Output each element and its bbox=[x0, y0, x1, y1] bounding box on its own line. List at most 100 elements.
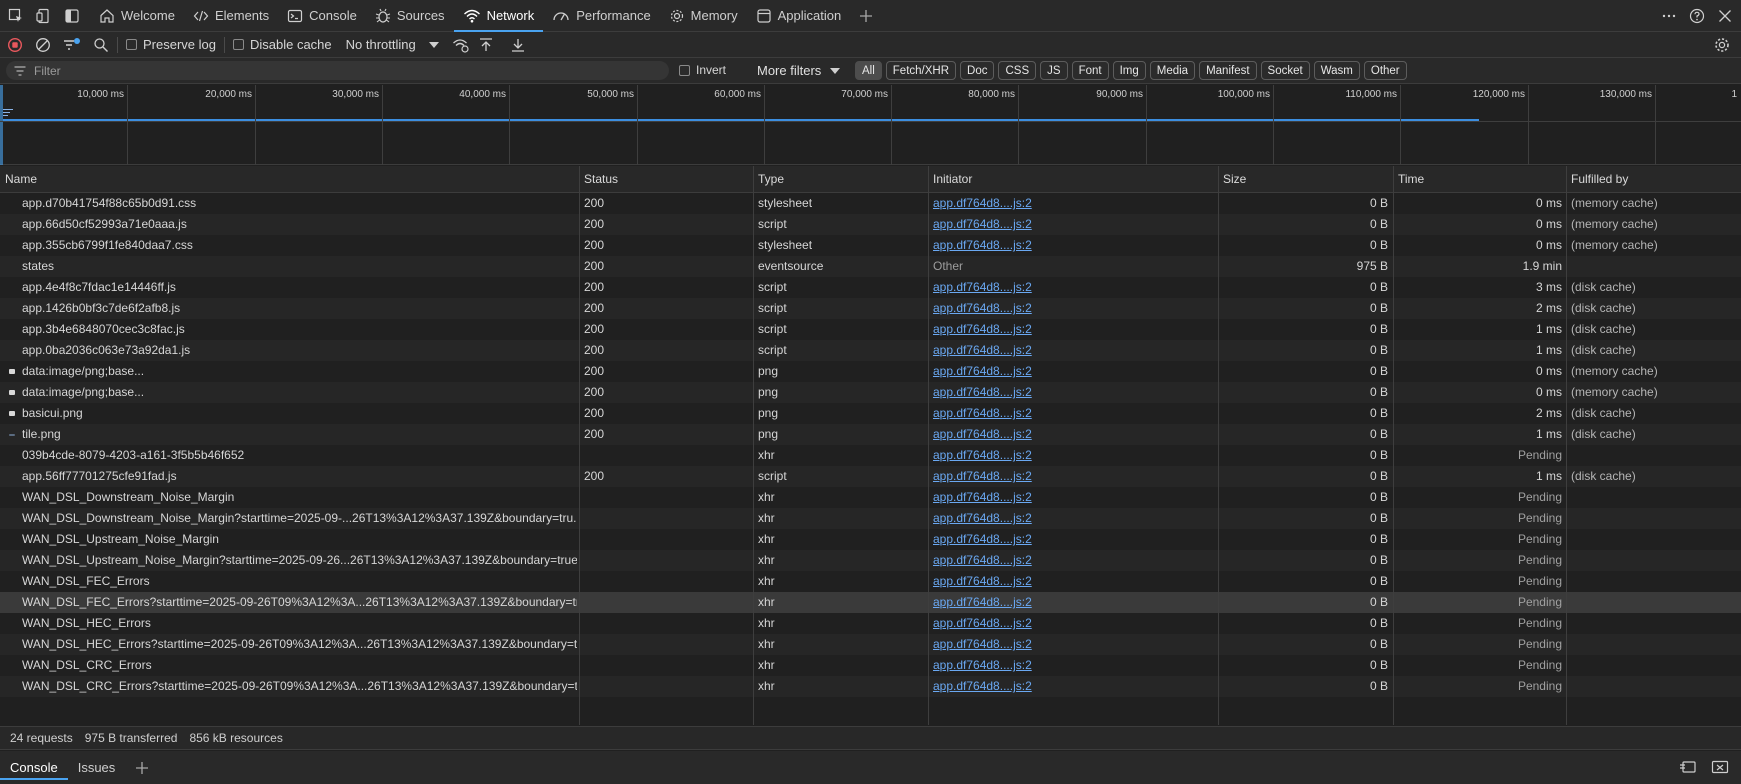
initiator-link[interactable]: app.df764d8....js:2 bbox=[933, 298, 1213, 319]
column-divider[interactable] bbox=[1218, 166, 1219, 725]
disable-cache-checkbox[interactable]: Disable cache bbox=[232, 37, 332, 52]
filter-chip-img[interactable]: Img bbox=[1112, 61, 1146, 80]
inspect-element-icon[interactable] bbox=[4, 4, 28, 28]
column-header-initiator[interactable]: Initiator bbox=[928, 166, 972, 193]
more-filters-dropdown[interactable]: More filters bbox=[757, 63, 841, 78]
drawer-tab-console[interactable]: Console bbox=[0, 751, 68, 784]
overview-start-marker[interactable] bbox=[0, 85, 3, 165]
network-conditions-icon[interactable] bbox=[452, 37, 470, 53]
filter-chip-all[interactable]: All bbox=[855, 61, 882, 80]
settings-gear-icon[interactable] bbox=[1713, 36, 1731, 54]
upload-icon[interactable] bbox=[478, 37, 494, 53]
filter-chip-fetch-xhr[interactable]: Fetch/XHR bbox=[885, 61, 957, 80]
tab-application[interactable]: Application bbox=[747, 0, 851, 32]
close-drawer-icon[interactable] bbox=[1711, 759, 1729, 775]
initiator-link[interactable]: app.df764d8....js:2 bbox=[933, 676, 1213, 697]
table-row[interactable]: WAN_DSL_Upstream_Noise_Margin xhr app.df76… bbox=[0, 529, 1741, 550]
initiator-link[interactable]: app.df764d8....js:2 bbox=[933, 382, 1213, 403]
column-header-fulfilled-by[interactable]: Fulfilled by bbox=[1566, 166, 1628, 193]
initiator-link[interactable]: app.df764d8....js:2 bbox=[933, 529, 1213, 550]
invert-checkbox[interactable]: Invert bbox=[679, 63, 726, 77]
clear-icon[interactable] bbox=[35, 37, 51, 53]
record-stop-icon[interactable] bbox=[7, 37, 23, 53]
search-icon[interactable] bbox=[93, 37, 109, 53]
more-options-icon[interactable] bbox=[1661, 8, 1677, 24]
column-header-type[interactable]: Type bbox=[753, 166, 784, 193]
table-row[interactable]: WAN_DSL_HEC_Errors?starttime=2025-09-26T… bbox=[0, 634, 1741, 655]
preserve-log-checkbox[interactable]: Preserve log bbox=[126, 37, 216, 52]
initiator-link[interactable]: app.df764d8....js:2 bbox=[933, 550, 1213, 571]
filter-chip-css[interactable]: CSS bbox=[998, 61, 1037, 80]
initiator-link[interactable]: app.df764d8....js:2 bbox=[933, 487, 1213, 508]
table-row[interactable]: app.0ba2036c063e73a92da1.js 200 script app.… bbox=[0, 340, 1741, 361]
checkbox-box[interactable] bbox=[126, 39, 137, 50]
column-divider[interactable] bbox=[579, 166, 580, 725]
initiator-link[interactable]: app.df764d8....js:2 bbox=[933, 613, 1213, 634]
close-icon[interactable] bbox=[1717, 8, 1733, 24]
filter-chip-manifest[interactable]: Manifest bbox=[1199, 61, 1257, 80]
checkbox-box[interactable] bbox=[232, 39, 244, 50]
table-row[interactable]: app.56ff77701275cfe91fad.js 200 script app.… bbox=[0, 466, 1741, 487]
table-row[interactable]: WAN_DSL_Upstream_Noise_Margin?starttime=… bbox=[0, 550, 1741, 571]
table-row[interactable]: tile.png 200 png app.df764d8....js:2 0 B 1 ms… bbox=[0, 424, 1741, 445]
help-icon[interactable] bbox=[1689, 8, 1705, 24]
tab-elements[interactable]: Elements bbox=[184, 0, 278, 32]
table-row[interactable]: app.1426b0bf3c7de6f2afb8.js 200 script app.… bbox=[0, 298, 1741, 319]
column-divider[interactable] bbox=[1566, 166, 1567, 725]
tab-welcome[interactable]: Welcome bbox=[90, 0, 184, 32]
table-row[interactable]: app.d70b41754f88c65b0d91.css 200 styleshee… bbox=[0, 193, 1741, 214]
dock-drawer-icon[interactable] bbox=[1679, 759, 1697, 775]
table-row[interactable]: WAN_DSL_FEC_Errors xhr app.df764d8....js:2… bbox=[0, 571, 1741, 592]
download-icon[interactable] bbox=[510, 37, 526, 53]
filter-input[interactable]: Filter bbox=[6, 61, 669, 80]
filter-toggle-icon[interactable] bbox=[63, 37, 81, 53]
initiator-link[interactable]: app.df764d8....js:2 bbox=[933, 361, 1213, 382]
timeline-overview[interactable]: 10,000 ms 20,000 ms 30,000 ms 40,000 ms 50,0… bbox=[0, 85, 1741, 165]
initiator-link[interactable]: app.df764d8....js:2 bbox=[933, 508, 1213, 529]
column-divider[interactable] bbox=[1393, 166, 1394, 725]
filter-chip-media[interactable]: Media bbox=[1149, 61, 1196, 80]
toggle-sidebar-icon[interactable] bbox=[60, 4, 84, 28]
table-row[interactable]: WAN_DSL_HEC_Errors xhr app.df764d8....js:2… bbox=[0, 613, 1741, 634]
filter-chip-js[interactable]: JS bbox=[1040, 61, 1068, 80]
column-divider[interactable] bbox=[753, 166, 754, 725]
drawer-tab-issues[interactable]: Issues bbox=[68, 751, 126, 784]
table-row[interactable]: states 200 eventsource Other 975 B 1.9 min bbox=[0, 256, 1741, 277]
table-row[interactable]: app.66d50cf52993a71e0aaa.js 200 script app.… bbox=[0, 214, 1741, 235]
filter-chip-wasm[interactable]: Wasm bbox=[1313, 61, 1360, 80]
column-divider[interactable] bbox=[928, 166, 929, 725]
column-header-status[interactable]: Status bbox=[579, 166, 618, 193]
tab-performance[interactable]: Performance bbox=[543, 0, 659, 32]
table-row[interactable]: WAN_DSL_Downstream_Noise_Margin?starttim… bbox=[0, 508, 1741, 529]
table-row[interactable]: data:image/png;base... 200 png app.df764d8.… bbox=[0, 361, 1741, 382]
tab-network[interactable]: Network bbox=[453, 0, 544, 32]
initiator-link[interactable]: app.df764d8....js:2 bbox=[933, 319, 1213, 340]
table-row[interactable]: WAN_DSL_FEC_Errors?starttime=2025-09-26T… bbox=[0, 592, 1741, 613]
table-row[interactable]: WAN_DSL_CRC_Errors xhr app.df764d8....js:2… bbox=[0, 655, 1741, 676]
table-row[interactable]: app.4e4f8c7fdac1e14446ff.js 200 script app.… bbox=[0, 277, 1741, 298]
table-row[interactable]: app.355cb6799f1fe840daa7.css 200 styleshee… bbox=[0, 235, 1741, 256]
initiator-link[interactable]: app.df764d8....js:2 bbox=[933, 403, 1213, 424]
table-row[interactable]: basicui.png 200 png app.df764d8....js:2 0 B 2… bbox=[0, 403, 1741, 424]
column-header-size[interactable]: Size bbox=[1218, 166, 1246, 193]
filter-chip-socket[interactable]: Socket bbox=[1260, 61, 1310, 80]
drawer-add-tab-button[interactable] bbox=[125, 751, 159, 784]
table-row[interactable]: app.3b4e6848070cec3c8fac.js 200 script app.… bbox=[0, 319, 1741, 340]
initiator-link[interactable]: app.df764d8....js:2 bbox=[933, 340, 1213, 361]
initiator-link[interactable]: app.df764d8....js:2 bbox=[933, 634, 1213, 655]
initiator-link[interactable]: app.df764d8....js:2 bbox=[933, 571, 1213, 592]
add-tab-button[interactable] bbox=[850, 0, 882, 32]
initiator-link[interactable]: app.df764d8....js:2 bbox=[933, 466, 1213, 487]
device-toolbar-icon[interactable] bbox=[32, 4, 56, 28]
table-row[interactable]: WAN_DSL_CRC_Errors?starttime=2025-09-26T… bbox=[0, 676, 1741, 697]
tab-memory[interactable]: Memory bbox=[660, 0, 747, 32]
initiator-link[interactable]: app.df764d8....js:2 bbox=[933, 214, 1213, 235]
initiator-link[interactable]: app.df764d8....js:2 bbox=[933, 655, 1213, 676]
filter-chip-other[interactable]: Other bbox=[1363, 61, 1407, 80]
initiator-link[interactable]: app.df764d8....js:2 bbox=[933, 592, 1213, 613]
initiator-link[interactable]: app.df764d8....js:2 bbox=[933, 424, 1213, 445]
filter-chip-font[interactable]: Font bbox=[1071, 61, 1109, 80]
initiator-link[interactable]: app.df764d8....js:2 bbox=[933, 193, 1213, 214]
initiator-link[interactable]: app.df764d8....js:2 bbox=[933, 445, 1213, 466]
table-row[interactable]: 039b4cde-8079-4203-a161-3f5b5b46f652 xhr a… bbox=[0, 445, 1741, 466]
